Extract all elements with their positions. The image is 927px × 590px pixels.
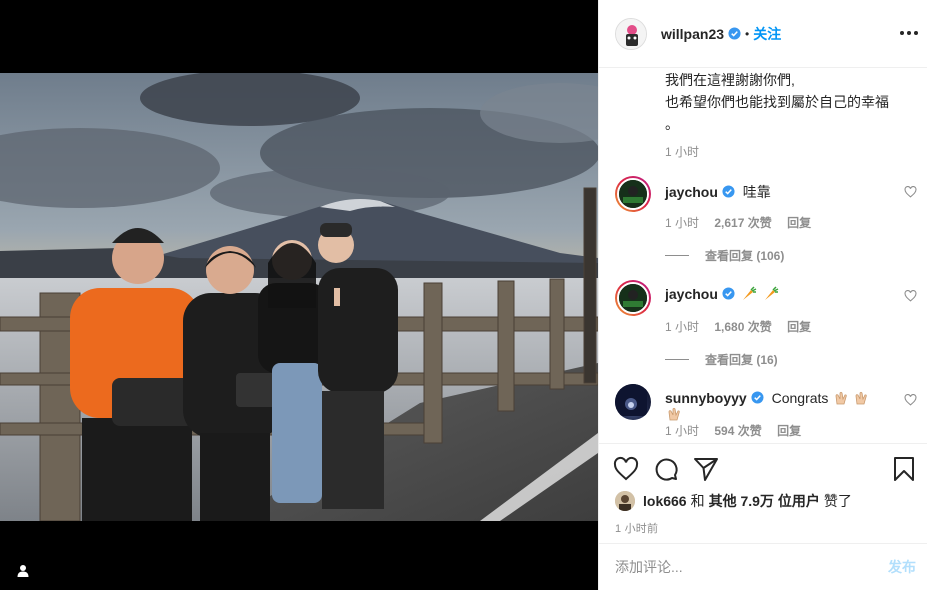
clap-emoji-icon (855, 391, 867, 405)
likes-summary: lok666 和 其他 7.9万 位用户 赞了 (615, 491, 852, 511)
commenter-avatar[interactable] (615, 384, 651, 420)
comments-list[interactable]: 我們在這裡謝謝你們, 也希望你們也能找到屬於自己的幸福 。 1 小时 jaych… (599, 69, 927, 443)
owner-username[interactable]: willpan23 (661, 26, 724, 42)
caption-text: 我們在這裡謝謝你們, 也希望你們也能找到屬於自己的幸福 。 1 小时 (665, 69, 905, 163)
likes-others-count[interactable]: 其他 7.9万 位用户 (709, 491, 820, 511)
owner-avatar-icon (616, 18, 646, 49)
photo-illustration (0, 73, 598, 521)
comment-time[interactable]: 1 小时 (665, 424, 699, 438)
like-heart-icon[interactable] (613, 456, 639, 482)
jaychou-avatar-icon (619, 180, 647, 208)
comment-text: Congrats (771, 390, 829, 406)
reply-button[interactable]: 回复 (777, 424, 801, 438)
post-comment-button[interactable]: 发布 (888, 557, 916, 577)
verified-badge-icon (722, 287, 735, 300)
likes-and: 和 (690, 493, 705, 509)
more-options-icon[interactable] (900, 24, 918, 42)
post-sidebar: willpan23 • 关注 我們在這裡謝謝你們, 也希望你們也能找到屬於自己的… (598, 0, 927, 590)
comment-text: 哇靠 (742, 184, 771, 200)
like-comment-heart-icon[interactable] (904, 394, 917, 406)
liker-username[interactable]: lok666 (643, 493, 687, 509)
comment-time[interactable]: 1 小时 (665, 216, 699, 230)
comment-meta: 1 小时 2,617 次赞 回复 (665, 214, 823, 231)
comment-time[interactable]: 1 小时 (665, 320, 699, 334)
post-modal: willpan23 • 关注 我們在這裡謝謝你們, 也希望你們也能找到屬於自己的… (0, 0, 927, 590)
sunnyboyyy-avatar-icon (615, 384, 647, 416)
carrot-emoji-icon (742, 286, 757, 300)
action-icons (613, 456, 733, 482)
liker-avatar[interactable] (615, 491, 635, 511)
view-replies-button[interactable]: 查看回复 (16) (665, 351, 778, 368)
liker-avatar-icon (615, 491, 635, 511)
clap-emoji-icon (835, 391, 848, 405)
jaychou-avatar-icon (619, 284, 647, 312)
comment-likes[interactable]: 2,617 次赞 (714, 216, 771, 230)
caption-time[interactable]: 1 小时 (665, 141, 905, 163)
comment-likes[interactable]: 594 次赞 (714, 424, 761, 438)
media-area (0, 0, 598, 590)
verified-badge-icon (751, 391, 764, 404)
caption-line: 我們在這裡謝謝你們, (665, 72, 795, 88)
owner-avatar[interactable] (615, 17, 647, 50)
header-separator: • (745, 26, 750, 41)
comment-username[interactable]: jaychou (665, 286, 718, 302)
tagged-user-icon[interactable] (12, 560, 34, 582)
verified-badge-icon (722, 185, 735, 198)
save-bookmark-icon[interactable] (892, 456, 916, 482)
caption-line: 也希望你們也能找到屬於自己的幸福 (665, 94, 889, 110)
share-send-icon[interactable] (693, 456, 719, 482)
post-photo[interactable] (0, 73, 598, 521)
likes-suffix: 赞了 (823, 493, 852, 509)
view-replies-label: 查看回复 (16) (705, 353, 778, 367)
reply-button[interactable]: 回复 (787, 320, 811, 334)
clap-emoji-icon (668, 407, 680, 421)
comment-username[interactable]: sunnyboyyy (665, 390, 747, 406)
view-replies-button[interactable]: 查看回复 (106) (665, 247, 784, 264)
add-comment-bar: 发布 (599, 543, 927, 590)
comment-username[interactable]: jaychou (665, 184, 718, 200)
reply-button[interactable]: 回复 (787, 216, 811, 230)
view-replies-label: 查看回复 (106) (705, 249, 785, 263)
caption-line: 。 (665, 116, 679, 132)
commenter-avatar[interactable] (615, 280, 651, 316)
commenter-avatar[interactable] (615, 176, 651, 212)
comment-body: jaychou 哇靠 (665, 182, 885, 202)
comment-input[interactable] (615, 559, 888, 575)
verified-badge-icon (728, 27, 741, 40)
post-timestamp[interactable]: 1 小时前 (615, 520, 658, 536)
replies-divider (665, 359, 689, 360)
comment-meta: 1 小时 1,680 次赞 回复 (665, 318, 823, 335)
comment-bubble-icon[interactable] (653, 456, 679, 482)
post-actions: lok666 和 其他 7.9万 位用户 赞了 1 小时前 (599, 443, 927, 543)
carrot-emoji-icon (764, 286, 779, 300)
like-comment-heart-icon[interactable] (904, 186, 917, 198)
post-header: willpan23 • 关注 (599, 0, 927, 68)
comment-body: sunnyboyyy Congrats (665, 390, 885, 422)
replies-divider (665, 255, 689, 256)
comment-likes[interactable]: 1,680 次赞 (714, 320, 771, 334)
person-icon (17, 565, 29, 577)
comment-body: jaychou (665, 286, 885, 302)
like-comment-heart-icon[interactable] (904, 290, 917, 302)
comment-meta: 1 小时 594 次赞 回复 (665, 422, 813, 439)
follow-button[interactable]: 关注 (753, 24, 781, 44)
